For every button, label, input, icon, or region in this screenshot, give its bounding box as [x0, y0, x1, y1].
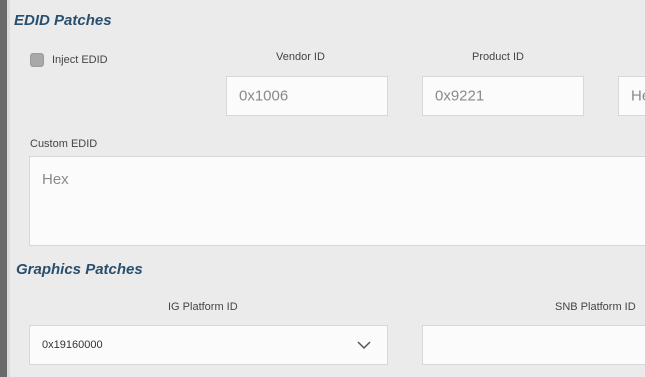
inject-edid-label: Inject EDID [52, 54, 108, 66]
window-left-gap [7, 0, 10, 377]
custom-edid-textarea[interactable]: Hex [29, 156, 645, 246]
ig-platform-id-value: 0x19160000 [42, 339, 103, 351]
ig-platform-id-label: IG Platform ID [168, 301, 238, 313]
snb-platform-id-label: SNB Platform ID [555, 301, 636, 313]
custom-edid-placeholder: Hex [42, 171, 69, 188]
vendor-id-value: 0x1006 [239, 87, 289, 105]
inject-edid-checkbox[interactable] [30, 53, 44, 67]
custom-edid-label: Custom EDID [30, 138, 98, 150]
graphics-patches-heading: Graphics Patches [16, 261, 143, 278]
window-left-edge [0, 0, 7, 377]
partial-hex-input[interactable]: He [618, 76, 645, 116]
snb-platform-id-input[interactable] [422, 325, 645, 365]
product-id-value: 0x9221 [435, 87, 485, 105]
vendor-id-input[interactable]: 0x1006 [226, 76, 388, 116]
ig-platform-id-select[interactable]: 0x19160000 [29, 325, 388, 365]
vendor-id-label: Vendor ID [276, 51, 325, 63]
partial-hex-value: He [631, 87, 645, 105]
edid-patches-heading: EDID Patches [14, 12, 112, 29]
product-id-input[interactable]: 0x9221 [422, 76, 584, 116]
product-id-label: Product ID [472, 51, 524, 63]
chevron-down-icon[interactable] [355, 336, 373, 354]
